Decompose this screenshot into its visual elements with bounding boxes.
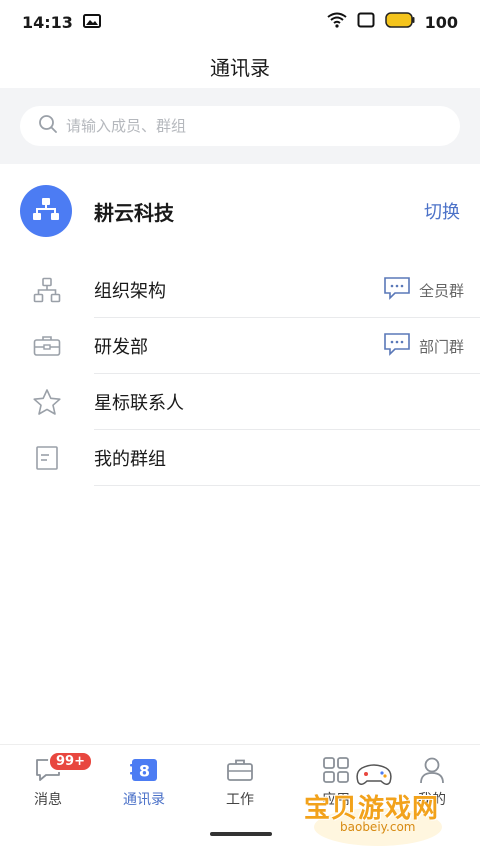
dept-group-link[interactable]: 部门群 [383,332,464,360]
document-icon [32,443,62,473]
list-item-label: 组织架构 [94,281,166,302]
tab-label: 消息 [34,792,62,808]
list-item-org-structure[interactable]: 组织架构 全员群 [0,262,480,318]
page-title: 通讯录 [210,55,270,80]
group-chat-icon [383,276,411,304]
org-row[interactable]: 耕云科技 切换 [0,164,480,258]
status-left: 14:13 [22,13,101,32]
tab-label: 通讯录 [123,792,165,808]
battery-level: 100 [424,12,458,32]
all-members-group-link[interactable]: 全员群 [383,276,464,304]
screen-icon [357,12,375,32]
briefcase-icon [225,755,255,785]
wifi-icon [326,12,347,32]
list-item-my-groups[interactable]: 我的群组 [0,430,480,486]
contacts-icon: 8 [129,755,159,785]
status-right: 100 [326,12,458,32]
search-icon [38,114,58,138]
list-item-label: 星标联系人 [94,393,184,414]
tab-messages[interactable]: 99+ 消息 [0,745,96,814]
unread-badge: 99+ [48,751,93,772]
list-item-starred-contacts[interactable]: 星标联系人 [0,374,480,430]
contacts-list: 组织架构 全员群 研发部 部门群 星标联系人 我的群组 [0,258,480,486]
org-avatar [20,185,72,237]
search-input[interactable] [66,117,442,135]
list-item-rd-dept[interactable]: 研发部 部门群 [0,318,480,374]
org-name: 耕云科技 [94,200,174,225]
svg-text:8: 8 [139,762,150,781]
image-icon [82,13,101,32]
star-icon [32,387,62,417]
home-indicator [210,832,272,836]
watermark-url: baobeiy.com [340,820,416,834]
switch-org-button[interactable]: 切换 [424,198,460,224]
list-item-label: 我的群组 [94,449,166,470]
search-box[interactable] [20,106,460,146]
org-structure-icon [32,196,60,226]
tab-label: 工作 [226,792,254,808]
search-area [0,88,480,164]
tab-work[interactable]: 工作 [192,745,288,814]
battery-icon [384,12,415,32]
watermark: 宝贝游戏网 baobeiy.com [300,760,450,846]
list-item-label: 研发部 [94,337,148,358]
group-label: 全员群 [418,281,464,300]
briefcase-icon [32,331,62,361]
status-time: 14:13 [22,12,73,32]
tab-contacts[interactable]: 8 通讯录 [96,745,192,814]
group-chat-icon [383,332,411,360]
org-tree-icon [32,275,62,305]
status-bar: 14:13 100 [0,0,480,44]
group-label: 部门群 [418,337,464,356]
